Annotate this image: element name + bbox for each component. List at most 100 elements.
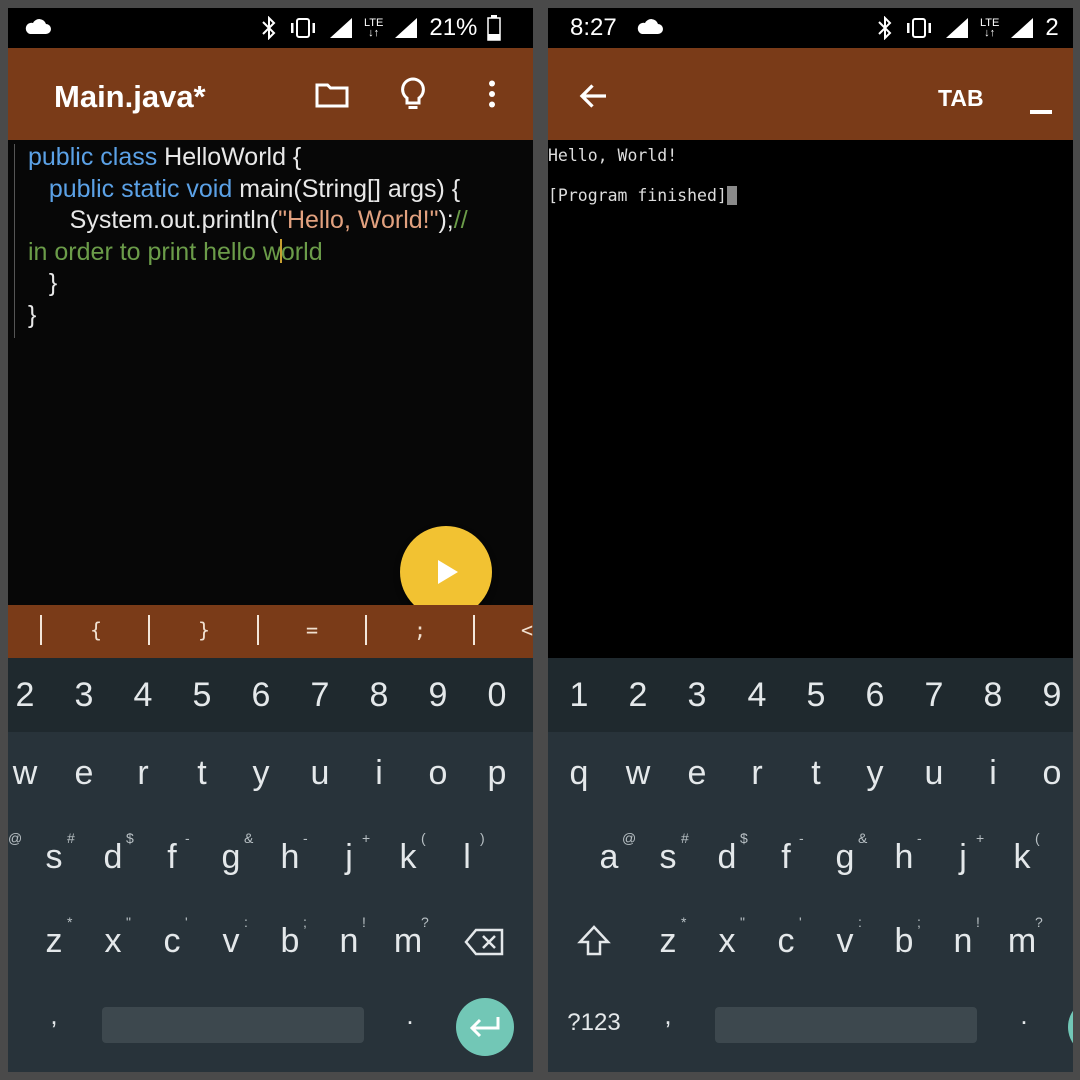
key-comma[interactable]: , (50, 1000, 57, 1031)
key-m[interactable]: m (394, 922, 422, 961)
symbol-key-semicolon[interactable]: ; (414, 618, 426, 642)
key-q[interactable]: q (570, 754, 589, 793)
key-8[interactable]: 8 (370, 676, 389, 715)
key-g[interactable]: g (222, 838, 241, 877)
key-comma[interactable]: , (664, 1000, 671, 1031)
backspace-icon[interactable] (464, 928, 504, 956)
key-d[interactable]: d (104, 838, 123, 877)
key-2[interactable]: 2 (629, 676, 648, 715)
key-b[interactable]: b (281, 922, 300, 961)
key-h[interactable]: h (281, 838, 300, 877)
key-y[interactable]: y (867, 754, 884, 793)
key-e[interactable]: e (688, 754, 707, 793)
key-7[interactable]: 7 (925, 676, 944, 715)
minimize-icon[interactable] (1030, 110, 1052, 114)
key-1[interactable]: 1 (570, 676, 589, 715)
key-3[interactable]: 3 (75, 676, 94, 715)
key-y[interactable]: y (253, 754, 270, 793)
key-5[interactable]: 5 (193, 676, 212, 715)
key-0[interactable]: 0 (488, 676, 507, 715)
indent-guide (14, 144, 15, 338)
symbol-key-equals[interactable]: = (306, 618, 318, 642)
key-b[interactable]: b (895, 922, 914, 961)
enter-key[interactable] (456, 998, 514, 1056)
key-2[interactable]: 2 (16, 676, 35, 715)
key-4[interactable]: 4 (134, 676, 153, 715)
symbol-key-close-brace[interactable]: } (198, 618, 210, 642)
key-i[interactable]: i (989, 754, 997, 793)
key-h[interactable]: h (895, 838, 914, 877)
key-f[interactable]: f (167, 838, 176, 877)
key-r[interactable]: r (137, 754, 148, 793)
key-o[interactable]: o (429, 754, 448, 793)
key-v[interactable]: v (223, 922, 240, 961)
symbols-mode-key[interactable]: ?123 (567, 1009, 620, 1037)
key-period[interactable]: . (1020, 1000, 1027, 1031)
key-f[interactable]: f (781, 838, 790, 877)
enter-key[interactable] (1068, 998, 1073, 1056)
key-a[interactable]: a (600, 838, 619, 877)
key-l[interactable]: l (463, 838, 471, 877)
symbol-key-open-brace[interactable]: { (90, 618, 102, 642)
key-t[interactable]: t (197, 754, 206, 793)
bluetooth-icon (878, 16, 892, 40)
folder-icon[interactable] (314, 76, 350, 112)
key-5[interactable]: 5 (807, 676, 826, 715)
tab-key[interactable]: TAB (938, 85, 984, 112)
space-bar[interactable] (715, 1007, 977, 1043)
battery-icon (487, 15, 502, 41)
key-3[interactable]: 3 (688, 676, 707, 715)
key-v[interactable]: v (837, 922, 854, 961)
key-hint-open-paren: ( (421, 830, 426, 846)
key-d[interactable]: d (718, 838, 737, 877)
key-6[interactable]: 6 (252, 676, 271, 715)
key-e[interactable]: e (75, 754, 94, 793)
key-t[interactable]: t (811, 754, 820, 793)
key-n[interactable]: n (954, 922, 973, 961)
key-w[interactable]: w (13, 754, 38, 793)
symbol-bar-divider (148, 615, 150, 645)
lightbulb-icon[interactable] (395, 76, 431, 112)
key-x[interactable]: x (719, 922, 736, 961)
key-z[interactable]: z (46, 922, 63, 961)
key-s[interactable]: s (660, 838, 677, 877)
symbol-key-less-than[interactable]: < (521, 618, 533, 642)
key-w[interactable]: w (626, 754, 651, 793)
key-4[interactable]: 4 (748, 676, 767, 715)
key-9[interactable]: 9 (1043, 676, 1062, 715)
space-bar[interactable] (102, 1007, 364, 1043)
key-g[interactable]: g (836, 838, 855, 877)
arrow-back-icon[interactable] (576, 78, 612, 114)
status-icons: LTE ↓↑ 2 (876, 12, 1059, 44)
key-i[interactable]: i (375, 754, 383, 793)
key-u[interactable]: u (925, 754, 944, 793)
key-c[interactable]: c (778, 922, 795, 961)
key-m[interactable]: m (1008, 922, 1036, 961)
key-x[interactable]: x (105, 922, 122, 961)
key-j[interactable]: j (959, 838, 967, 877)
key-c[interactable]: c (164, 922, 181, 961)
key-9[interactable]: 9 (429, 676, 448, 715)
key-period[interactable]: . (406, 1000, 413, 1031)
key-j[interactable]: j (345, 838, 353, 877)
key-n[interactable]: n (340, 922, 359, 961)
key-r[interactable]: r (751, 754, 762, 793)
key-6[interactable]: 6 (866, 676, 885, 715)
key-o[interactable]: o (1043, 754, 1062, 793)
key-u[interactable]: u (311, 754, 330, 793)
key-hint-semicolon: ; (303, 914, 307, 930)
key-k[interactable]: k (1014, 838, 1031, 877)
key-hint-asterisk: * (67, 914, 73, 930)
shift-icon[interactable] (577, 924, 611, 958)
key-z[interactable]: z (660, 922, 677, 961)
key-p[interactable]: p (488, 754, 507, 793)
battery-percent: 21% (429, 14, 478, 41)
code-text[interactable]: public class HelloWorld { public static … (28, 142, 468, 332)
terminal-output[interactable]: Hello, World! [Program finished] (548, 140, 1073, 658)
more-vert-icon[interactable] (474, 76, 510, 112)
key-7[interactable]: 7 (311, 676, 330, 715)
key-8[interactable]: 8 (984, 676, 1003, 715)
key-s[interactable]: s (46, 838, 63, 877)
keywords: public static void (48, 174, 233, 203)
key-k[interactable]: k (400, 838, 417, 877)
